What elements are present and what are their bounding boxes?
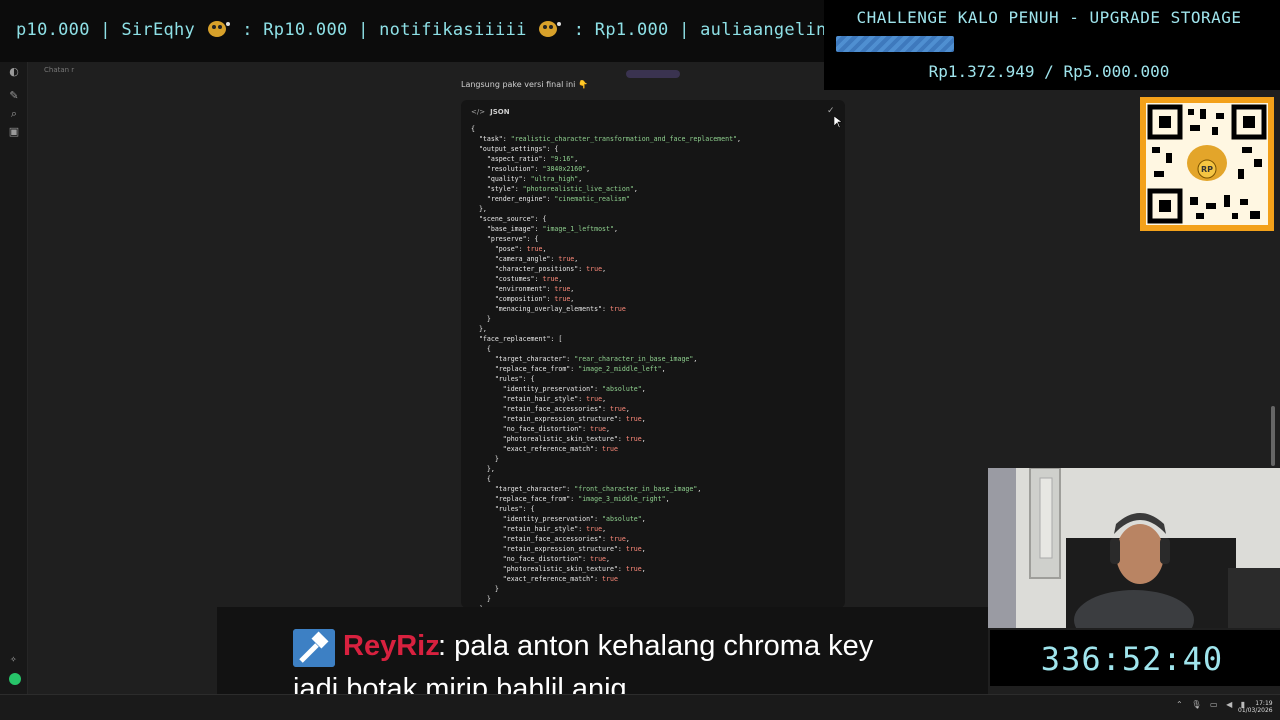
code-line: "identity_preservation": "absolute", bbox=[502, 515, 646, 523]
webcam-feed bbox=[988, 468, 1280, 628]
code-line: "aspect_ratio": "9:16", bbox=[486, 155, 579, 163]
qr-pattern-icon: RP bbox=[1147, 104, 1267, 224]
network-icon[interactable]: ▭ bbox=[1210, 700, 1221, 709]
code-line: "exact_reference_match": true bbox=[502, 445, 618, 453]
new-chat-icon[interactable]: ✎ bbox=[8, 90, 20, 102]
clock-date: 01/03/2026 bbox=[1238, 707, 1273, 714]
svg-text:RP: RP bbox=[1201, 165, 1213, 174]
library-icon[interactable]: ▣ bbox=[8, 126, 20, 138]
code-line: "camera_angle": true, bbox=[494, 255, 579, 263]
search-icon[interactable]: ⌕ bbox=[8, 108, 20, 120]
code-line: "exact_reference_match": true bbox=[502, 575, 618, 583]
donation-ticker: p10.000 | SirEqhy : Rp10.000 | notifikas… bbox=[0, 0, 824, 62]
code-line: "environment": true, bbox=[494, 285, 575, 293]
chat-scrollbar[interactable] bbox=[1271, 406, 1275, 466]
chat-message: : pala anton kehalang chroma key bbox=[438, 630, 874, 662]
code-line: } bbox=[471, 315, 491, 323]
code-language: JSON bbox=[490, 108, 510, 116]
assistant-message: Langsung pake versi final ini 👇 bbox=[461, 80, 588, 89]
code-line: "face_replacement": [ bbox=[478, 335, 563, 343]
code-line: "retain_hair_style": true, bbox=[502, 395, 607, 403]
taskbar: ⌃ 🎙 ▭ ◀ ▮ 17:19 01/03/2026 bbox=[0, 694, 1280, 720]
code-line: "resolution": "3840x2160", bbox=[486, 165, 591, 173]
user-avatar[interactable] bbox=[9, 673, 21, 685]
code-line: "preserve": { bbox=[486, 235, 539, 243]
sidebar-toggle-icon[interactable]: ◐ bbox=[8, 66, 20, 78]
code-line: "photorealistic_skin_texture": true, bbox=[502, 435, 646, 443]
code-line: "base_image": "image_1_leftmost", bbox=[486, 225, 618, 233]
code-line: "composition": true, bbox=[494, 295, 575, 303]
code-line: "menacing_overlay_elements": true bbox=[494, 305, 626, 313]
code-line: "render_engine": "cinematic_realism" bbox=[486, 195, 630, 203]
code-line: "no_face_distortion": true, bbox=[502, 425, 611, 433]
ticker-text: p10.000 | SirEqhy : Rp10.000 | notifikas… bbox=[16, 18, 824, 40]
code-content: { "task": "realistic_character_transform… bbox=[471, 124, 741, 608]
code-line: "character_positions": true, bbox=[494, 265, 607, 273]
ticker-segment: : Rp1.000 | auliaangeline bbox=[573, 20, 824, 40]
code-line: "costumes": true, bbox=[494, 275, 563, 283]
code-icon: </> bbox=[471, 108, 486, 116]
code-line: "output_settings": { bbox=[478, 145, 559, 153]
code-line: "task": "realistic_character_transformat… bbox=[478, 135, 742, 143]
code-block: </> JSON ✓ { "task": "realistic_character… bbox=[461, 100, 845, 608]
tray-chevron-icon[interactable]: ⌃ bbox=[1176, 700, 1186, 709]
donation-challenge: CHALLENGE KALO PENUH - UPGRADE STORAGE R… bbox=[824, 0, 1280, 90]
code-block-header: </> JSON bbox=[471, 108, 510, 116]
streamer-webcam-image bbox=[988, 468, 1280, 628]
code-line: }, bbox=[471, 205, 487, 213]
timer-value: 336:52:40 bbox=[1040, 640, 1224, 678]
code-line: "retain_expression_structure": true, bbox=[502, 415, 646, 423]
app-sidebar: ◐ ✎ ⌕ ▣ bbox=[0, 62, 28, 694]
ticker-segment: p10.000 | SirEqhy bbox=[16, 20, 196, 40]
taskbar-clock[interactable]: 17:19 01/03/2026 bbox=[1238, 700, 1273, 714]
subathon-timer: 336:52:40 bbox=[990, 630, 1280, 686]
code-line: "photorealistic_skin_texture": true, bbox=[502, 565, 646, 573]
mouse-cursor-icon bbox=[834, 116, 842, 128]
challenge-amount: Rp1.372.949 / Rp5.000.000 bbox=[928, 62, 1170, 81]
chat-title: Chatan r bbox=[44, 66, 75, 74]
code-line: "replace_face_from": "image_3_middle_rig… bbox=[494, 495, 670, 503]
code-line: }, bbox=[471, 465, 495, 473]
code-line: "retain_expression_structure": true, bbox=[502, 545, 646, 553]
challenge-title: CHALLENGE KALO PENUH - UPGRADE STORAGE bbox=[856, 8, 1242, 27]
code-line: "retain_hair_style": true, bbox=[502, 525, 607, 533]
code-line: "pose": true, bbox=[494, 245, 547, 253]
code-line: } bbox=[471, 585, 499, 593]
code-line: "replace_face_from": "image_2_middle_lef… bbox=[494, 365, 666, 373]
code-line: "quality": "ultra_high", bbox=[486, 175, 583, 183]
code-line: { bbox=[471, 345, 491, 353]
code-line: "retain_face_accessories": true, bbox=[502, 405, 630, 413]
mascot-emoji-icon bbox=[207, 21, 230, 37]
code-line: "rules": { bbox=[494, 375, 535, 383]
code-line: "style": "photorealistic_live_action", bbox=[486, 185, 638, 193]
volume-icon[interactable]: ◀ bbox=[1226, 700, 1235, 709]
mic-icon[interactable]: 🎙 bbox=[1191, 700, 1204, 709]
code-line: { bbox=[471, 125, 475, 133]
code-line: { bbox=[471, 475, 491, 483]
donation-qr-code: RP bbox=[1140, 97, 1274, 231]
challenge-progress-bar bbox=[836, 36, 954, 52]
moderator-hammer-icon bbox=[293, 629, 335, 667]
code-line: }, bbox=[471, 325, 487, 333]
code-line: } bbox=[471, 595, 491, 603]
code-line: "rules": { bbox=[494, 505, 535, 513]
user-message-pill bbox=[626, 70, 680, 78]
chat-username: ReyRiz bbox=[343, 630, 440, 662]
code-line: "no_face_distortion": true, bbox=[502, 555, 611, 563]
code-line: "target_character": "rear_character_in_b… bbox=[494, 355, 698, 363]
code-line: "scene_source": { bbox=[478, 215, 547, 223]
mascot-emoji-icon bbox=[539, 21, 562, 37]
code-line: "identity_preservation": "absolute", bbox=[502, 385, 646, 393]
code-line: } bbox=[471, 455, 499, 463]
code-line: "retain_face_accessories": true, bbox=[502, 535, 630, 543]
clock-time: 17:19 bbox=[1255, 700, 1273, 707]
ticker-segment: : Rp10.000 | notifikasiiiii bbox=[242, 20, 527, 40]
sparkle-icon[interactable]: ✧ bbox=[10, 655, 17, 664]
code-line: "target_character": "front_character_in_… bbox=[494, 485, 702, 493]
